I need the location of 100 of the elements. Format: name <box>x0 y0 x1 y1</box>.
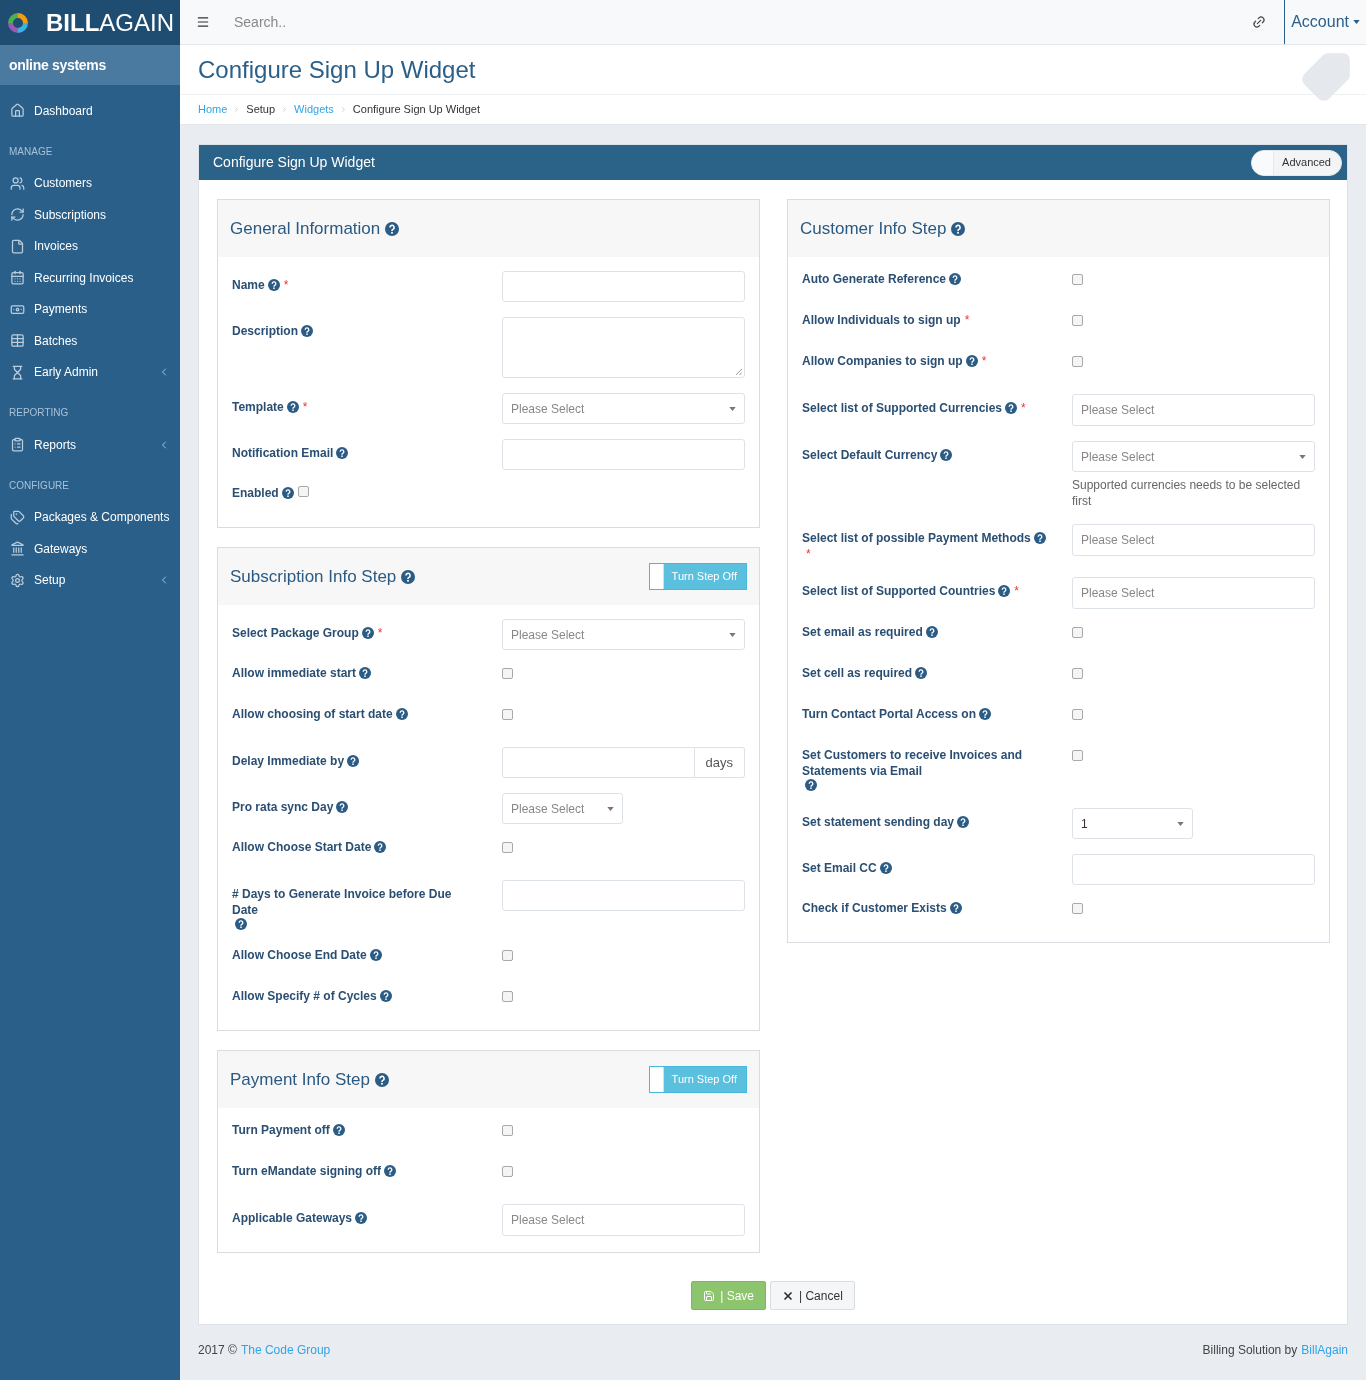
nav-item[interactable]: Subscriptions <box>0 199 180 231</box>
text-field[interactable] <box>502 439 745 470</box>
select-field[interactable]: Please Select <box>502 393 745 424</box>
required-mark: * <box>1021 400 1026 416</box>
help-note: Supported currencies needs to be selected first <box>1072 477 1302 509</box>
help-icon <box>385 221 400 236</box>
nav-item[interactable]: Gateways <box>0 533 180 565</box>
field-label: Applicable Gateways <box>232 1210 353 1226</box>
nav-item[interactable]: Reports <box>0 429 180 461</box>
checkbox[interactable] <box>502 1125 513 1136</box>
nav-item[interactable]: Invoices <box>0 230 180 262</box>
credit-text: Billing Solution by <box>1202 1342 1298 1359</box>
checkbox[interactable] <box>1072 627 1083 638</box>
nav-item[interactable]: Setup <box>0 564 180 596</box>
field-label: Turn eMandate signing off <box>232 1163 382 1179</box>
clipboard-icon <box>10 437 25 453</box>
checkbox[interactable] <box>1072 709 1083 720</box>
field-label: Set statement sending day <box>802 814 955 830</box>
required-mark: * <box>1014 583 1020 599</box>
field-label: Allow Choose Start Date <box>232 839 372 855</box>
checkbox[interactable] <box>502 709 513 720</box>
caret-icon <box>1177 821 1184 826</box>
account-menu[interactable]: Account <box>1284 0 1366 44</box>
nav-item[interactable]: Packages & Components <box>0 501 180 533</box>
resize-grip-icon[interactable] <box>735 368 742 375</box>
required-mark: * <box>283 277 289 293</box>
field-label: Name <box>232 277 265 293</box>
field-label: # Days to Generate Invoice before Due Date <box>232 886 453 918</box>
checkbox[interactable] <box>502 842 513 853</box>
select-field[interactable]: Please Select <box>502 793 623 824</box>
cycle-icon <box>10 207 25 223</box>
checkbox[interactable] <box>1072 315 1083 326</box>
select-field[interactable]: Please Select <box>502 1204 745 1236</box>
select-field[interactable]: 1 <box>1072 808 1193 839</box>
search-input[interactable]: Search.. <box>234 11 1253 33</box>
checkbox[interactable] <box>1072 356 1083 367</box>
field-label: Set Customers to receive Invoices and Statements via Email <box>802 747 1024 779</box>
nav-heading: CONFIGURE <box>8 478 70 493</box>
checkbox[interactable] <box>1072 903 1083 914</box>
section-title: Payment Info Step <box>230 1068 370 1091</box>
caret-icon <box>729 632 736 637</box>
separator-icon <box>233 106 241 113</box>
checkbox[interactable] <box>1072 274 1083 285</box>
text-field[interactable] <box>502 880 745 911</box>
required-mark: * <box>964 312 970 328</box>
select-field[interactable]: Please Select <box>1072 524 1315 556</box>
org-bar: online systems <box>0 45 180 85</box>
text-field[interactable] <box>502 747 695 778</box>
people-icon <box>10 175 25 191</box>
field-label: Allow Specify # of Cycles <box>232 988 377 1004</box>
field-label: Set cell as required <box>802 665 913 681</box>
nav-item[interactable]: Batches <box>0 325 180 357</box>
page-title: Configure Sign Up Widget <box>198 54 476 85</box>
breadcrumb-item: Configure Sign Up Widget <box>352 102 481 118</box>
step-toggle[interactable]: Advanced <box>1251 149 1342 176</box>
breadcrumb-item: Setup <box>246 102 276 118</box>
days-addon: days <box>694 747 745 778</box>
select-field[interactable]: Please Select <box>502 619 745 650</box>
checkbox[interactable] <box>1072 668 1083 679</box>
checkbox[interactable] <box>502 1166 513 1177</box>
nav-item[interactable]: Recurring Invoices <box>0 262 180 294</box>
field-label: Turn Payment off <box>232 1122 330 1138</box>
section-title: Subscription Info Step <box>230 565 397 588</box>
checkbox[interactable] <box>1072 750 1083 761</box>
select-field[interactable]: Please Select <box>1072 441 1315 472</box>
select-field[interactable]: Please Select <box>1072 394 1315 426</box>
save-icon <box>703 1289 716 1302</box>
caret-icon <box>1353 20 1360 24</box>
field-label: Select list of Supported Currencies <box>802 400 1003 416</box>
copyright-text: 2017 © <box>198 1342 237 1359</box>
checkbox[interactable] <box>502 668 513 679</box>
field-label: Check if Customer Exists <box>802 900 947 916</box>
table-icon <box>10 333 25 349</box>
nav-item[interactable]: Dashboard <box>0 95 180 127</box>
nav-item[interactable]: Early Admin <box>0 356 180 388</box>
cancel-button[interactable]: | Cancel <box>770 1281 855 1310</box>
field-label: Set email as required <box>802 624 923 640</box>
nav-item[interactable]: Customers <box>0 167 180 199</box>
field-label: Select Default Currency <box>802 447 938 463</box>
required-mark: * <box>377 625 383 641</box>
menu-icon[interactable] <box>196 15 210 29</box>
field-label: Turn Contact Portal Access on <box>802 706 977 722</box>
checkbox[interactable] <box>502 950 513 961</box>
text-field[interactable] <box>502 271 745 302</box>
nav-item[interactable]: Payments <box>0 293 180 325</box>
field-label: Select Package Group <box>232 625 359 641</box>
text-area[interactable] <box>502 317 745 378</box>
checkbox[interactable] <box>297 486 309 497</box>
required-mark: * <box>981 353 987 369</box>
section-title: General Information <box>230 217 381 240</box>
checkbox[interactable] <box>502 991 513 1002</box>
calendar-icon <box>10 270 25 286</box>
field-label: Select list of possible Payment Methods <box>802 530 1031 546</box>
separator-icon <box>339 106 347 113</box>
required-mark: * <box>806 546 811 562</box>
field-label: Enabled <box>232 485 279 501</box>
field-label: Allow choosing of start date <box>232 706 393 722</box>
separator-icon <box>281 106 289 113</box>
select-field[interactable]: Please Select <box>1072 577 1315 609</box>
text-field[interactable] <box>1072 854 1315 885</box>
